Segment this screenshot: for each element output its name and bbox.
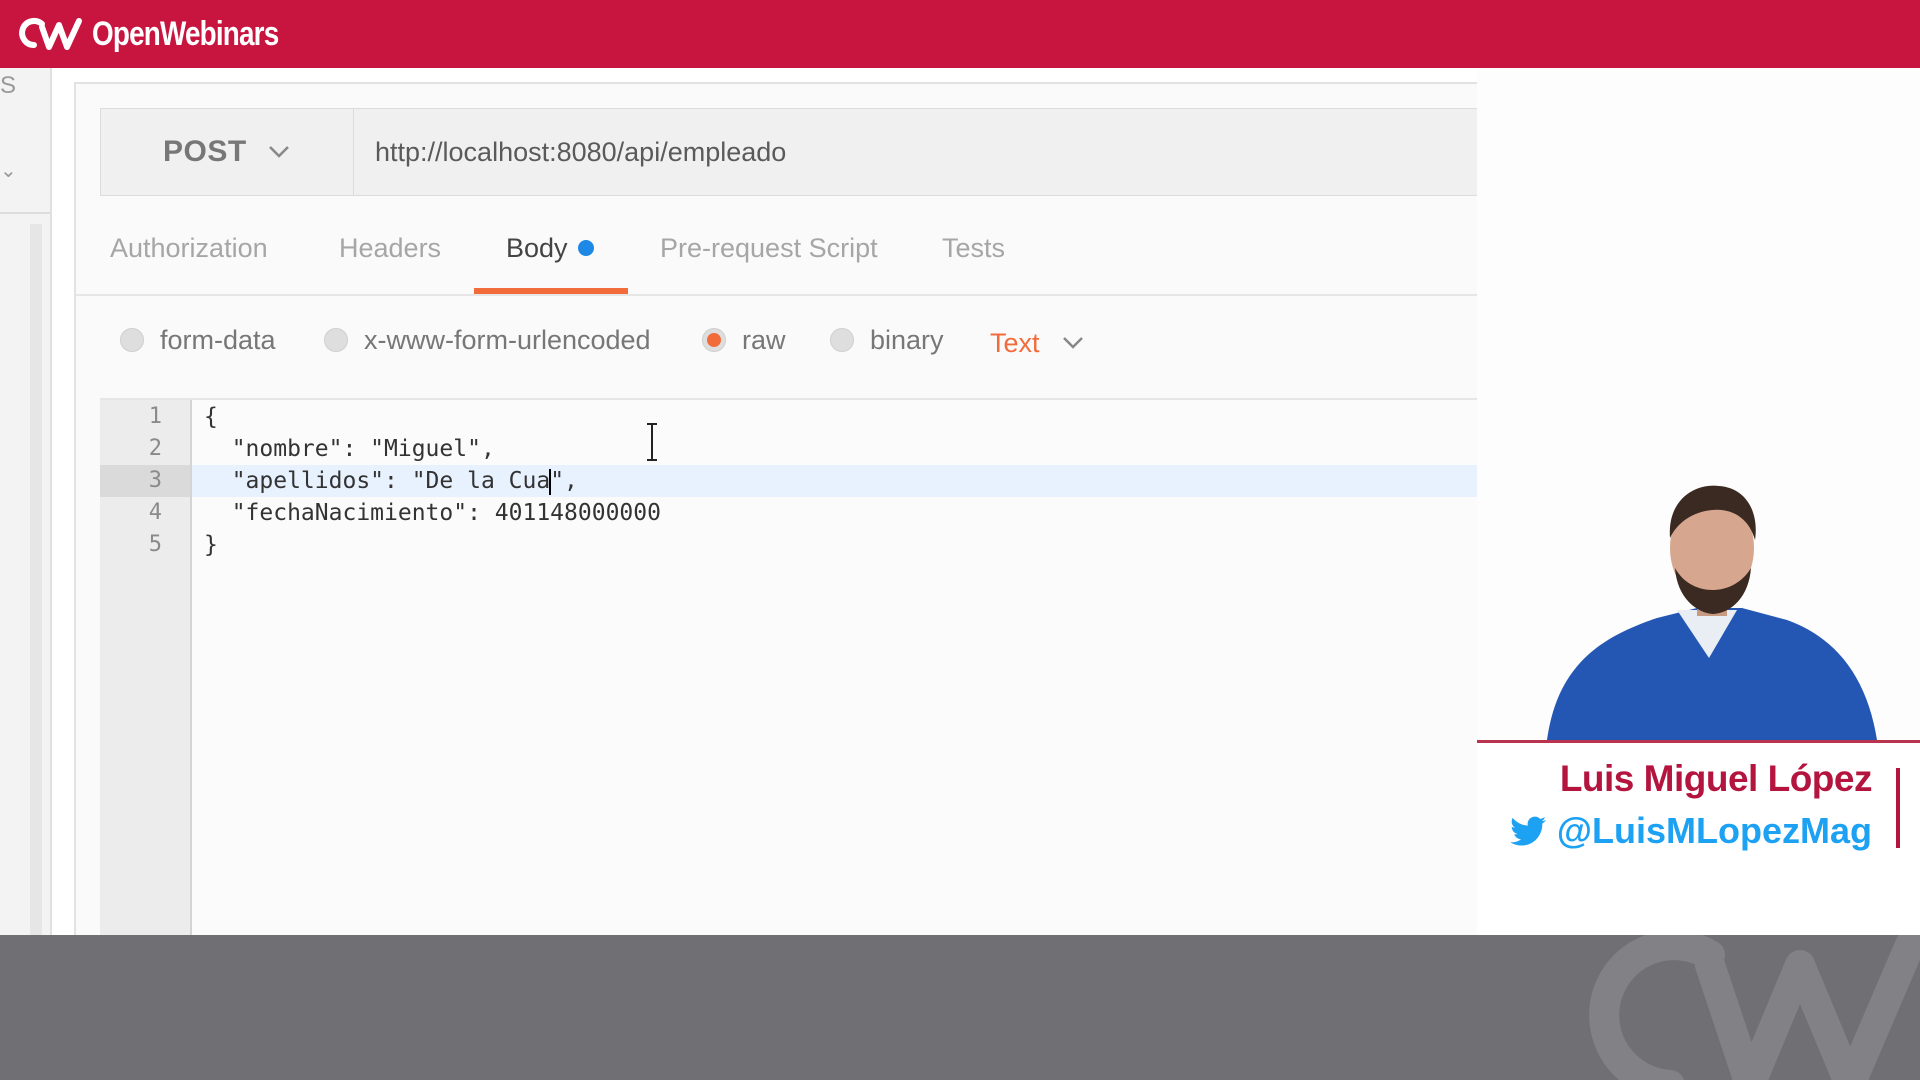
tab-headers[interactable]: Headers bbox=[339, 210, 441, 294]
radio-circle bbox=[120, 328, 144, 352]
code-after-caret: ", bbox=[550, 468, 578, 494]
code-line: { bbox=[204, 404, 218, 430]
ibeam-cursor-icon bbox=[647, 423, 657, 461]
tab-authorization[interactable]: Authorization bbox=[110, 210, 268, 294]
code-line: } bbox=[204, 532, 218, 558]
code-line: "nombre": "Miguel", bbox=[204, 436, 495, 462]
brand-header: OpenWebinars bbox=[0, 0, 1920, 68]
presenter-accent-bar bbox=[1896, 768, 1900, 848]
radio-circle bbox=[324, 328, 348, 352]
radio-label: raw bbox=[742, 324, 786, 355]
active-tab-indicator bbox=[474, 288, 628, 294]
radio-label: form-data bbox=[160, 324, 276, 355]
radio-x-www-form-urlencoded[interactable]: x-www-form-urlencoded bbox=[324, 320, 651, 360]
radio-binary[interactable]: binary bbox=[830, 320, 944, 360]
chevron-down-icon[interactable]: ⌄ bbox=[0, 158, 17, 183]
method-select[interactable]: POST bbox=[101, 109, 354, 195]
tab-body-label: Body bbox=[506, 233, 568, 263]
radio-raw[interactable]: raw bbox=[702, 320, 786, 360]
ow-logo-icon bbox=[19, 18, 82, 50]
chevron-down-icon bbox=[268, 146, 289, 158]
code-line-active: "apellidos": "De la Cua", bbox=[204, 465, 578, 497]
chevron-down-icon bbox=[1062, 337, 1083, 349]
presenter-name: Luis Miguel López bbox=[1559, 758, 1873, 799]
tab-body[interactable]: Body bbox=[474, 210, 628, 294]
presenter-handle-text: @LuisMLopezMag bbox=[1556, 810, 1872, 851]
ow-watermark-icon bbox=[1589, 935, 1920, 1080]
method-label: POST bbox=[163, 135, 247, 168]
line-number: 3 bbox=[148, 468, 162, 493]
code-editor[interactable]: 1 2 3 4 5 { "nombre": "Miguel", "apellid… bbox=[100, 398, 1479, 939]
body-modified-dot bbox=[577, 239, 594, 256]
presenter-image bbox=[1547, 485, 1877, 740]
sidebar-fragment-text: S bbox=[0, 72, 17, 99]
radio-circle bbox=[830, 328, 854, 352]
presenter-divider bbox=[1477, 740, 1920, 743]
format-dropdown-value: Text bbox=[990, 327, 1040, 358]
brand: OpenWebinars bbox=[16, 14, 319, 54]
tab-pre-request-script[interactable]: Pre-request Script bbox=[660, 210, 878, 294]
format-dropdown[interactable]: Text bbox=[990, 320, 1086, 366]
sidebar-scrollbar[interactable] bbox=[30, 224, 42, 935]
code-before-caret: "apellidos": "De la Cua bbox=[204, 468, 551, 494]
request-tabs: Authorization Headers Body Pre-request S… bbox=[76, 210, 1479, 296]
video-footer bbox=[0, 935, 1920, 1080]
request-panel: POST http://localhost:8080/api/empleado … bbox=[74, 82, 1479, 939]
line-number: 2 bbox=[148, 436, 162, 461]
sidebar-divider bbox=[0, 212, 50, 214]
line-number: 5 bbox=[148, 532, 162, 557]
url-input[interactable]: http://localhost:8080/api/empleado bbox=[375, 109, 786, 195]
body-type-options: form-data x-www-form-urlencoded raw bina… bbox=[76, 310, 1479, 376]
radio-label: binary bbox=[870, 324, 944, 355]
twitter-bird-icon bbox=[1510, 816, 1546, 846]
radio-form-data[interactable]: form-data bbox=[120, 320, 276, 360]
line-number: 1 bbox=[148, 404, 162, 429]
url-bar: POST http://localhost:8080/api/empleado bbox=[100, 108, 1479, 196]
brand-name: OpenWebinars bbox=[92, 14, 279, 53]
code-line: "fechaNacimiento": 401148000000 bbox=[204, 500, 661, 526]
sidebar-fragment: S ⌄ bbox=[0, 68, 52, 935]
radio-circle-checked bbox=[702, 328, 726, 352]
tab-tests[interactable]: Tests bbox=[942, 210, 1005, 294]
presenter-handle: @LuisMLopezMag bbox=[1510, 810, 1872, 852]
presenter-panel: Luis Miguel López @LuisMLopezMag bbox=[1477, 68, 1920, 935]
presenter-video bbox=[1477, 68, 1920, 740]
line-number: 4 bbox=[148, 500, 162, 525]
radio-label: x-www-form-urlencoded bbox=[364, 324, 651, 355]
